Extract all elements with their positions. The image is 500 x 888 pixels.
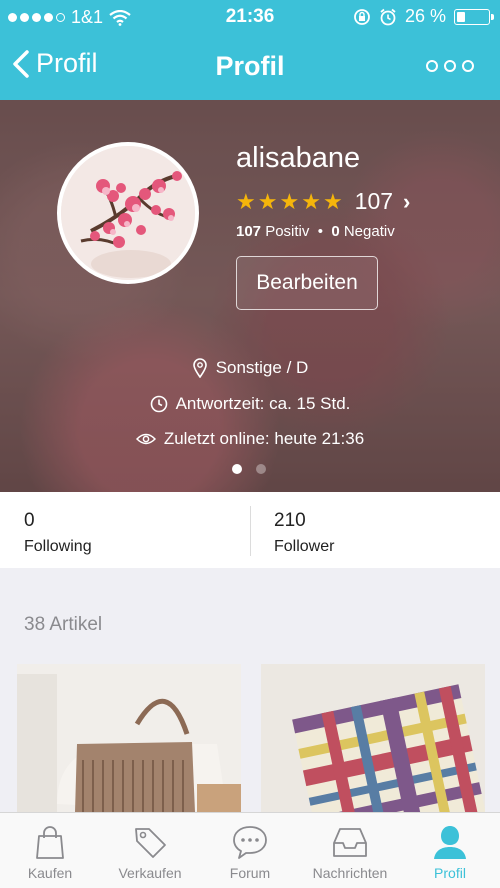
rating-summary[interactable]: ★ ★ ★ ★ ★ 107 › (236, 188, 410, 215)
avatar-blossom-image (61, 146, 195, 280)
follower-label: Follower (274, 538, 335, 555)
following-stat[interactable]: 0 Following (0, 492, 250, 568)
following-label: Following (24, 538, 92, 555)
more-options-button[interactable] (426, 60, 474, 72)
location-pin-icon (192, 358, 207, 378)
rotation-lock-icon (354, 8, 370, 25)
alarm-icon (380, 8, 396, 25)
page-indicator[interactable] (232, 464, 266, 474)
negative-count: 0 (331, 223, 340, 240)
location-text: Sonstige / D (215, 358, 309, 377)
star-icon: ★ (322, 188, 343, 214)
clock-icon (150, 395, 167, 413)
tab-forum[interactable]: Forum (200, 813, 300, 888)
tab-label: Kaufen (27, 865, 73, 881)
battery-icon (454, 8, 494, 25)
shopping-bag-icon (36, 826, 64, 859)
follower-count: 210 (274, 510, 306, 531)
tab-label: Nachrichten (312, 865, 388, 881)
article-card[interactable] (17, 664, 241, 812)
username: alisabane (236, 142, 361, 174)
status-bar: 1&1 21:36 26 % (0, 0, 500, 34)
location-row: Sonstige / D (0, 358, 500, 378)
tag-icon (135, 828, 166, 858)
avatar[interactable] (57, 142, 199, 284)
response-time-row: Antwortzeit: ca. 15 Std. (0, 394, 500, 414)
chevron-right-icon: › (403, 188, 411, 214)
person-icon (434, 826, 466, 859)
fringe-bag-image (17, 664, 241, 812)
response-time-text: Antwortzeit: ca. 15 Std. (175, 394, 351, 413)
navigation-bar: Profil Profil (0, 34, 500, 100)
star-icon: ★ (236, 188, 256, 214)
eye-icon (135, 433, 156, 445)
top-bar: 1&1 21:36 26 % Profil Profil (0, 0, 500, 100)
negative-label: Negativ (343, 223, 395, 240)
status-right: 26 % (353, 6, 494, 27)
inbox-icon (333, 828, 367, 857)
more-dot-icon (426, 60, 438, 72)
tab-profil[interactable]: Profil (400, 813, 500, 888)
feedback-breakdown: 107 Positiv • 0 Negativ (236, 223, 395, 240)
star-icon: ★ (279, 188, 300, 214)
tab-label: Profil (434, 865, 466, 881)
tab-kaufen[interactable]: Kaufen (0, 813, 100, 888)
more-dot-icon (444, 60, 456, 72)
edit-profile-button[interactable]: Bearbeiten (236, 256, 378, 310)
page-title: Profil (215, 51, 285, 81)
battery-percent: 26 % (404, 6, 446, 26)
tab-bar: Kaufen Verkaufen Forum Nachrichten Profi… (0, 812, 500, 888)
following-count: 0 (24, 510, 35, 531)
star-icon: ★ (301, 188, 321, 214)
tab-verkaufen[interactable]: Verkaufen (100, 813, 200, 888)
bullet-separator: • (313, 223, 328, 240)
tab-label: Forum (229, 865, 271, 881)
more-dot-icon (462, 60, 474, 72)
tab-nachrichten[interactable]: Nachrichten (300, 813, 400, 888)
tab-label: Verkaufen (118, 865, 182, 881)
follower-stat[interactable]: 210 Follower (250, 492, 500, 568)
chat-bubble-icon (233, 826, 267, 859)
positive-count: 107 (236, 223, 262, 240)
last-online-text: Zuletzt online: heute 21:36 (163, 429, 365, 448)
article-card[interactable] (261, 664, 485, 812)
rating-count: 107 (354, 188, 394, 214)
star-icon: ★ (257, 188, 278, 214)
page-dot (232, 464, 242, 474)
plaid-scarf-image (261, 664, 485, 812)
profile-header: alisabane ★ ★ ★ ★ ★ 107 › 107 Positiv • … (0, 100, 500, 492)
last-online-row: Zuletzt online: heute 21:36 (0, 429, 500, 449)
follow-stats: 0 Following 210 Follower (0, 492, 500, 568)
articles-count-label: 38 Artikel (24, 614, 103, 635)
positive-label: Positiv (265, 223, 310, 240)
page-dot (256, 464, 266, 474)
